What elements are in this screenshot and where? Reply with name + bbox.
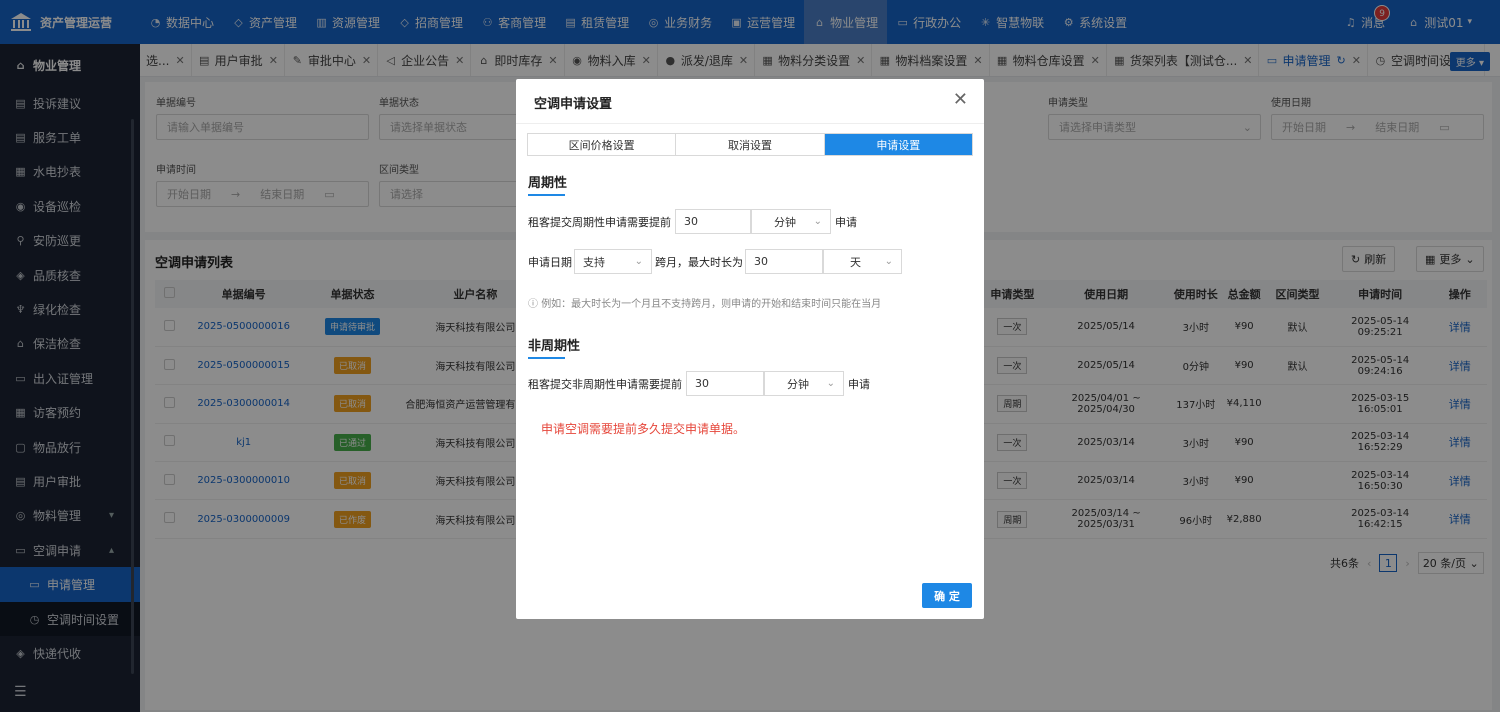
periodic-unit-select[interactable]: 分钟 ⌄ (751, 209, 831, 234)
periodic-advance-row: 租客提交周期性申请需要提前 30 分钟 ⌄ 申请 (528, 209, 857, 234)
nonperiodic-section-title: 非周期性 (528, 335, 580, 359)
modal-title: 空调申请设置 (534, 97, 613, 112)
max-duration-unit-select[interactable]: 天 ⌄ (823, 249, 902, 274)
close-icon[interactable]: ✕ (953, 89, 968, 110)
periodic-hint-text: 例如：最大时长为一个月且不支持跨月，则申请的开始和结束时间只能在当月 (541, 299, 882, 310)
periodic-section-title: 周期性 (528, 172, 567, 196)
periodic-advance-input[interactable]: 30 (675, 209, 751, 234)
chevron-down-icon: ⌄ (884, 256, 893, 267)
info-icon: ⓘ (528, 299, 542, 310)
modal-tabs: 区间价格设置 取消设置 申请设置 (527, 133, 973, 156)
periodic-advance-label: 租客提交周期性申请需要提前 (528, 215, 671, 229)
periodic-advance-value: 30 (684, 215, 698, 228)
cross-month-value: 支持 (583, 255, 605, 269)
periodic-cross-row: 申请日期 支持 ⌄ 跨月，最大时长为 30 天 ⌄ (528, 249, 902, 274)
nonperiodic-advance-row: 租客提交非周期性申请需要提前 30 分钟 ⌄ 申请 (528, 371, 870, 396)
chevron-down-icon: ⌄ (634, 256, 643, 267)
nonperiodic-advance-value: 30 (695, 377, 709, 390)
nonperiodic-advance-input[interactable]: 30 (686, 371, 764, 396)
nonperiodic-advance-label: 租客提交非周期性申请需要提前 (528, 377, 682, 391)
max-duration-label: 跨月，最大时长为 (655, 255, 743, 269)
tab-price-settings[interactable]: 区间价格设置 (528, 134, 677, 155)
chevron-down-icon: ⌄ (813, 216, 822, 227)
confirm-button[interactable]: 确 定 (922, 583, 972, 608)
nonperiodic-unit-select[interactable]: 分钟 ⌄ (764, 371, 844, 396)
tab-apply-settings[interactable]: 申请设置 (824, 134, 972, 155)
validation-error: 申请空调需要提前多久提交申请单据。 (541, 422, 746, 436)
max-duration-input[interactable]: 30 (745, 249, 823, 274)
cross-month-select[interactable]: 支持 ⌄ (574, 249, 652, 274)
periodic-suffix: 申请 (835, 215, 857, 229)
tab-cancel-settings[interactable]: 取消设置 (676, 134, 825, 155)
nonperiodic-suffix: 申请 (848, 377, 870, 391)
divider (516, 123, 984, 124)
nonperiodic-unit-value: 分钟 (787, 377, 809, 391)
cross-month-label: 申请日期 (528, 255, 572, 269)
aircon-settings-modal: 空调申请设置 ✕ 区间价格设置 取消设置 申请设置 周期性 租客提交周期性申请需… (516, 79, 984, 619)
max-duration-unit: 天 (850, 255, 861, 269)
chevron-down-icon: ⌄ (826, 378, 835, 389)
periodic-unit-value: 分钟 (774, 215, 796, 229)
periodic-hint: ⓘ 例如：最大时长为一个月且不支持跨月，则申请的开始和结束时间只能在当月 (528, 295, 881, 310)
max-duration-value: 30 (754, 255, 768, 268)
